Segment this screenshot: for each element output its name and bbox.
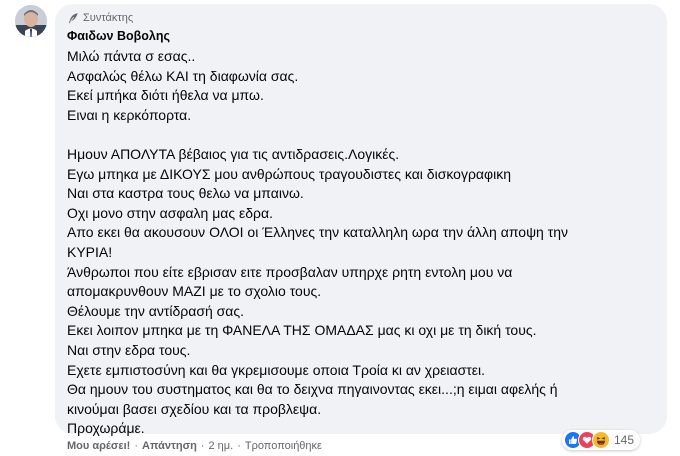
comment-line: Εκεί μπήκα διότι ήθελα να μπω.: [67, 87, 264, 104]
comment-line: ΚΥΡΙΑ!: [67, 243, 113, 260]
comment-line: Θέλουμε την αντίδρασή σας.: [67, 302, 245, 319]
separator: ·: [134, 440, 139, 452]
comment-line: Μιλώ πάντα σ εσας..: [67, 48, 196, 64]
separator: ·: [200, 440, 205, 452]
comment-line: απομακρυνθουν ΜΑΖΙ με το σχολιο τους.: [67, 283, 322, 300]
comment-actions: Μου αρέσει! · Απάντηση · 2 ημ. · Τροποπο…: [67, 438, 322, 454]
author-name[interactable]: Φαιδων Βοβολης: [67, 29, 655, 44]
author-role: Συντάκτης: [67, 11, 655, 25]
reactions-summary[interactable]: 145: [562, 430, 641, 450]
comment-line: Ναι στα καστρα τους θελω να μπαινω.: [67, 185, 304, 202]
timestamp[interactable]: 2 ημ.: [209, 440, 234, 452]
comment: Συντάκτης Φαιδων Βοβολης Μιλώ πάντα σ εσ…: [0, 0, 680, 456]
comment-line: Άνθρωποι που είτε εβρισαν ειτε προσβαλαν…: [67, 263, 513, 280]
comment-text: Μιλώ πάντα σ εσας.. Ασφαλώς θέλω ΚΑΙ τη δ…: [67, 47, 655, 439]
comment-line: Ειναι η κερκόπορτα.: [67, 106, 192, 123]
haha-icon: [592, 431, 610, 449]
like-button[interactable]: Μου αρέσει!: [67, 440, 130, 452]
comment-line: Οχι μονο στην ασφαλη μας εδρα.: [67, 204, 273, 221]
avatar-photo: [15, 5, 47, 37]
comment-line: κινούμαι βασει σχεδίου και τα προβλεψα.: [67, 400, 322, 417]
comment-line: Εκει λοιπον μπηκα με τη ΦΑΝΕΛΑ ΤΗΣ ΟΜΑΔΑ…: [67, 322, 537, 339]
paragraph-break: [67, 125, 655, 145]
comment-line: Εχετε εμπιστοσύνη και θα γκρεμισουμε οπο…: [67, 361, 485, 378]
comment-line: Ημουν ΑΠΟΛΥΤΑ βέβαιος για τις αντιδρασει…: [67, 145, 400, 162]
reply-button[interactable]: Απάντηση: [142, 440, 197, 452]
comment-line: Ναι στην εδρα τους.: [67, 341, 191, 358]
author-role-label: Συντάκτης: [83, 12, 134, 24]
comment-bubble: Συντάκτης Φαιδων Βοβολης Μιλώ πάντα σ εσ…: [55, 4, 667, 436]
comment-line: Θα ημουν του συστηματος και θα το δειχνα…: [67, 381, 558, 398]
reaction-count: 145: [614, 433, 635, 447]
avatar[interactable]: [15, 5, 47, 37]
comment-line: Απο εκει θα ακουσουν ΟΛΟΙ οι Έλληνες την…: [67, 224, 569, 241]
edited-label[interactable]: Τροποποιήθηκε: [245, 440, 322, 452]
comment-line: Εγω μπηκα με ΔΙΚΟΥΣ μου ανθρώπους τραγου…: [67, 165, 511, 182]
comment-line: Ασφαλώς θέλω ΚΑΙ τη διαφωνία σας.: [67, 67, 299, 84]
quill-icon: [67, 12, 79, 24]
separator: ·: [237, 440, 241, 452]
